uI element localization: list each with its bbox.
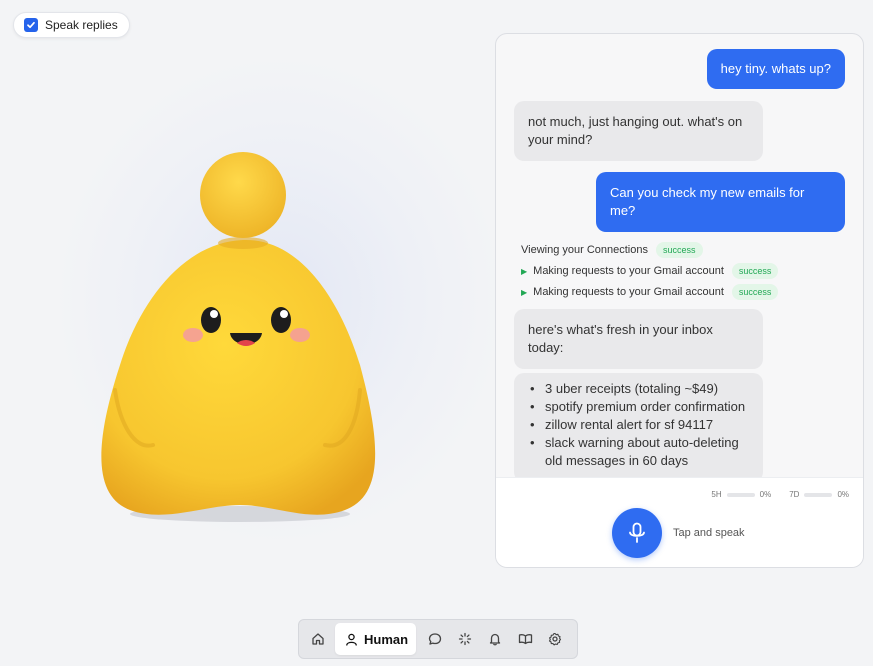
nav-sparkle[interactable] [450,624,480,654]
speak-replies-label: Speak replies [45,18,118,32]
microphone-icon [629,522,645,543]
usage-value-5h: 0% [759,490,772,499]
tap-and-speak-label: Tap and speak [673,527,745,539]
checkbox-checked-icon[interactable] [24,18,38,32]
usage-bar-7d [804,492,833,497]
book-icon [518,634,532,645]
bell-icon [489,633,501,646]
assistant-message: here's what's fresh in your inbox today: [514,309,763,369]
nav-library[interactable] [510,624,540,654]
mascot-character [101,152,376,522]
nav-settings[interactable] [540,624,570,654]
nav-human-label: Human [364,631,409,647]
user-message: Can you check my new emails for me? [596,172,845,232]
status-badge: success [731,263,779,279]
nav-chat[interactable] [420,624,450,654]
nav-human[interactable]: Human [335,623,417,655]
tool-call-row[interactable]: ▶ Making requests to your Gmail account … [521,284,779,300]
user-message: hey tiny. whats up? [706,49,845,89]
nav-home[interactable] [303,624,333,654]
status-badge: success [655,242,703,258]
list-item: 3 uber receipts (totaling ~$49) [528,380,749,398]
message-list[interactable]: hey tiny. whats up? not much, just hangi… [496,34,863,477]
assistant-message-list: 3 uber receipts (totaling ~$49) spotify … [514,373,763,477]
chat-panel: hey tiny. whats up? not much, just hangi… [495,33,864,568]
tool-call-label: Making requests to your Gmail account [533,265,724,277]
expand-triangle-icon[interactable]: ▶ [521,288,527,297]
chat-icon [428,633,442,645]
usage-label-5h: 5H [711,490,722,499]
tool-call-row[interactable]: ▶ Making requests to your Gmail account … [521,263,779,279]
usage-bar-5h [726,492,755,497]
speak-replies-toggle[interactable]: Speak replies [13,12,130,38]
tool-call-row: Viewing your Connections success [521,242,703,258]
home-icon [312,633,324,645]
usage-meters: 5H 0% 7D 0% [711,490,849,499]
voice-input-footer: 5H 0% 7D 0% Tap and speak [496,477,863,567]
bottom-nav: Human [298,619,578,659]
tool-call-label: Making requests to your Gmail account [533,286,724,298]
list-item: slack warning about auto-deleting old me… [528,434,749,470]
assistant-message: not much, just hanging out. what's on yo… [514,101,763,161]
status-badge: success [731,284,779,300]
nav-notifications[interactable] [480,624,510,654]
usage-label-7d: 7D [789,490,800,499]
sparkle-icon [458,632,472,646]
expand-triangle-icon[interactable]: ▶ [521,267,527,276]
microphone-button[interactable] [612,508,662,558]
tool-call-label: Viewing your Connections [521,244,648,256]
person-icon [346,633,357,646]
list-item: spotify premium order confirmation [528,398,749,416]
list-item: zillow rental alert for sf 94117 [528,416,749,434]
usage-value-7d: 0% [837,490,849,499]
gear-icon [549,632,562,646]
